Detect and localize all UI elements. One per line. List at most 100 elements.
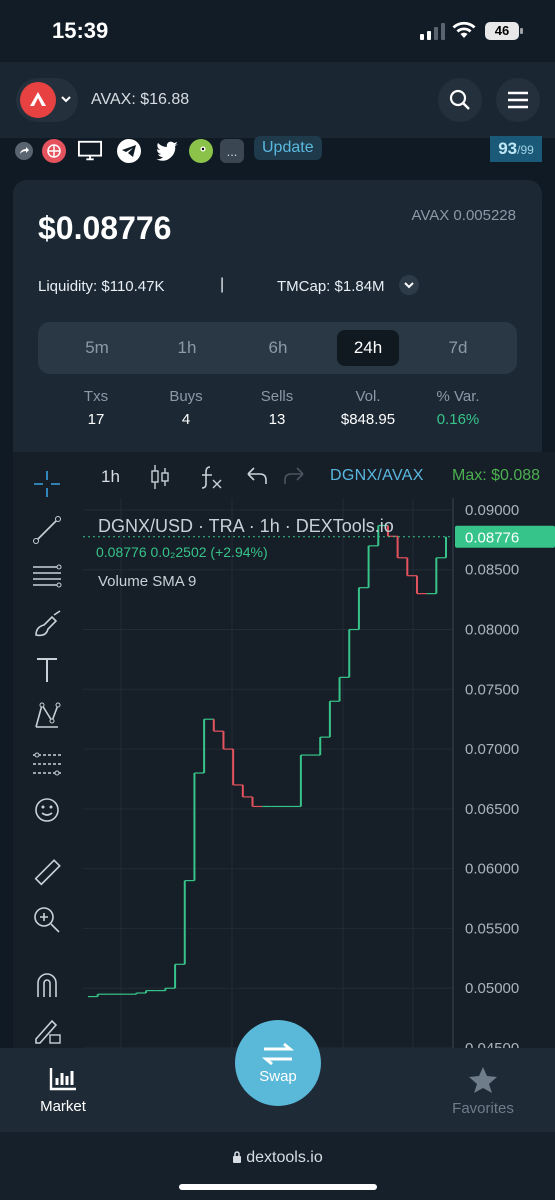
undo-icon[interactable]: [246, 466, 268, 486]
candles-icon[interactable]: [149, 464, 171, 490]
emoji-icon[interactable]: [31, 794, 63, 826]
nav-favorites[interactable]: Favorites: [438, 1066, 528, 1117]
timeframe-tabs: 5m 1h 6h 24h 7d: [38, 322, 517, 374]
y-tick-label: 0.05000: [465, 980, 519, 997]
brush-icon[interactable]: [31, 608, 63, 640]
audit-icon[interactable]: [42, 139, 66, 163]
y-tick-label: 0.09000: [465, 502, 519, 519]
tab-5m[interactable]: 5m: [66, 330, 128, 366]
tab-1h[interactable]: 1h: [156, 330, 218, 366]
stat-value: $848.95: [340, 411, 396, 428]
hamburger-menu-icon: [508, 91, 528, 109]
redo-icon[interactable]: [283, 466, 305, 486]
cellular-signal-icon: [420, 22, 445, 40]
update-button[interactable]: Update: [254, 136, 322, 160]
status-time: 15:39: [52, 18, 109, 43]
text-tool-icon[interactable]: [31, 654, 63, 686]
share-icon[interactable]: [12, 139, 36, 163]
ruler-icon[interactable]: [31, 857, 63, 889]
last-price-label: 0.08776: [465, 530, 519, 547]
y-tick-label: 0.06000: [465, 861, 519, 878]
stat-label: Sells: [260, 388, 294, 405]
home-indicator: [179, 1184, 377, 1190]
dext-score-max: /99: [517, 143, 534, 157]
stat-value: 0.16%: [436, 411, 480, 428]
volume-indicator-label: Volume SMA 9: [98, 573, 197, 590]
zoom-in-icon[interactable]: [31, 904, 63, 936]
tab-6h[interactable]: 6h: [247, 330, 309, 366]
stat-value: 17: [87, 411, 105, 428]
trend-line-icon[interactable]: [31, 514, 63, 546]
interval-selector[interactable]: 1h: [101, 467, 120, 487]
top-navbar: AVAX: $16.88: [0, 62, 555, 138]
pair-selector[interactable]: DGNX/AVAX: [330, 467, 424, 485]
search-icon: [449, 89, 470, 110]
nav-favorites-label: Favorites: [452, 1100, 514, 1117]
stat-volume: Vol. $848.95: [328, 388, 408, 428]
y-tick-label: 0.04500: [465, 1040, 519, 1048]
y-tick-label: 0.06500: [465, 801, 519, 818]
chain-selector-button[interactable]: [16, 78, 78, 122]
swap-label: Swap: [259, 1067, 297, 1085]
magnet-icon[interactable]: [31, 968, 63, 1000]
search-button[interactable]: [438, 78, 482, 122]
avalanche-logo-icon: [20, 82, 56, 118]
lock-icon: [233, 1151, 242, 1163]
tab-24h[interactable]: 24h: [337, 330, 399, 366]
stat-label: Vol.: [355, 388, 381, 405]
tmcap-value: TMCap: $1.84M: [277, 278, 385, 295]
indicators-icon[interactable]: [198, 464, 224, 490]
coingecko-icon[interactable]: [189, 139, 213, 163]
wifi-icon: [452, 21, 476, 38]
chart-plot-area[interactable]: 0.09000 0.08500 0.08000 0.07500 0.07000 0.065…: [83, 498, 555, 1057]
dext-score-badge[interactable]: 93/99: [490, 136, 542, 162]
bar-chart-icon: [49, 1068, 76, 1091]
chevron-down-icon: [404, 282, 414, 289]
liquidity-value: Liquidity: $110.47K: [38, 278, 165, 295]
pattern-tool-icon[interactable]: [31, 700, 63, 732]
chart-ohlc: 0.08776 0.0₂2502 (+2.94%): [96, 544, 268, 560]
stat-txs: Txs 17: [56, 388, 136, 428]
drawing-toolbar: [13, 452, 83, 1048]
lock-drawing-icon[interactable]: [31, 1014, 63, 1046]
chart-toolbar: 1h DGNX/AVAX Max: $0.088: [83, 452, 555, 498]
twitter-icon[interactable]: [155, 139, 179, 163]
star-icon: [469, 1067, 497, 1093]
y-tick-label: 0.07000: [465, 741, 519, 758]
nav-market-label: Market: [40, 1098, 86, 1115]
pair-price: AVAX 0.005228: [411, 207, 516, 224]
stat-sells: Sells 13: [237, 388, 317, 428]
tab-7d[interactable]: 7d: [427, 330, 489, 366]
url-field[interactable]: dextools.io: [0, 1149, 555, 1167]
dext-score-value: 93: [498, 139, 518, 158]
token-price: $0.08776: [38, 210, 172, 246]
fib-tool-icon[interactable]: [31, 748, 63, 780]
battery-indicator: 46: [485, 22, 523, 40]
website-icon[interactable]: [78, 139, 102, 163]
menu-button[interactable]: [496, 78, 540, 122]
y-tick-label: 0.05500: [465, 920, 519, 937]
stat-value: 13: [268, 411, 286, 428]
stat-label: Buys: [169, 388, 203, 405]
url-text: dextools.io: [246, 1149, 323, 1166]
swap-arrows-icon: [262, 1042, 294, 1065]
price-chart: 1h DGNX/AVAX Max: $0.088 0.09000 0.08500 0…: [13, 452, 555, 1057]
y-tick-label: 0.07500: [465, 681, 519, 698]
stat-label: % Var.: [436, 388, 480, 405]
tmcap-expand-button[interactable]: [399, 275, 419, 295]
token-info-card: $0.08776 AVAX 0.005228 Liquidity: $110.4…: [13, 180, 542, 452]
status-bar: 15:39 46: [0, 0, 555, 62]
swap-button[interactable]: Swap: [235, 1020, 321, 1106]
crosshair-icon[interactable]: [31, 468, 63, 500]
chevron-down-icon: [61, 96, 71, 103]
screen: 15:39 46 AVAX: $16.88 ... Update 93/99 $…: [0, 0, 555, 1200]
social-links-row: ... Update 93/99: [0, 136, 555, 164]
avax-price: AVAX: $16.88: [91, 91, 190, 108]
horizontal-lines-icon[interactable]: [31, 560, 63, 592]
nav-market[interactable]: Market: [18, 1066, 108, 1115]
telegram-icon[interactable]: [117, 139, 141, 163]
max-price-label: Max: $0.088: [452, 467, 541, 484]
more-links-button[interactable]: ...: [220, 139, 244, 163]
stat-label: Txs: [83, 388, 109, 405]
stat-value: 4: [181, 411, 191, 428]
